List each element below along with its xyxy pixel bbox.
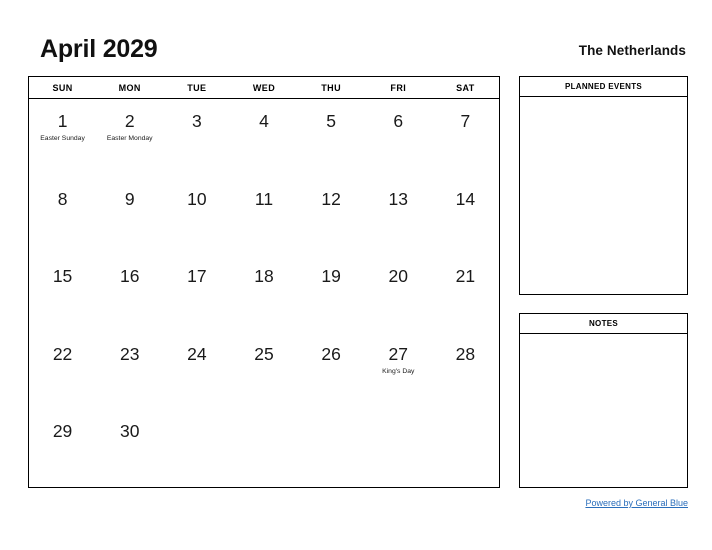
day-number: 17 [187, 266, 207, 287]
day-cell[interactable]: 1 Easter Sunday [29, 99, 96, 177]
day-number: 2 [124, 111, 135, 131]
notes-panel: NOTES [519, 313, 688, 488]
day-number: 6 [393, 111, 404, 131]
day-cell-empty [163, 409, 230, 487]
week-row: 8 9 10 11 12 13 14 [29, 177, 499, 255]
day-number: 24 [187, 343, 207, 364]
day-number: 5 [326, 111, 336, 131]
day-cell[interactable]: 26 [298, 332, 365, 410]
day-cell[interactable]: 14 [432, 177, 499, 255]
notes-panel-body[interactable] [520, 334, 687, 487]
day-number: 23 [119, 343, 140, 364]
day-event: Easter Monday [106, 135, 153, 142]
day-cell[interactable]: 19 [298, 254, 365, 332]
day-cell[interactable]: 7 [432, 99, 499, 177]
region-title: The Netherlands [578, 43, 686, 58]
day-cell[interactable]: 11 [230, 177, 297, 255]
day-cell[interactable]: 12 [298, 177, 365, 255]
day-cell-empty [230, 409, 297, 487]
day-cell[interactable]: 10 [163, 177, 230, 255]
day-number: 21 [455, 266, 476, 287]
calendar-weeks: 1 Easter Sunday 2 Easter Monday 3 4 5 6 [29, 99, 499, 487]
day-number: 27 [388, 343, 408, 364]
day-cell-empty [365, 409, 432, 487]
day-number: 3 [191, 111, 202, 131]
day-number: 11 [254, 188, 274, 209]
day-number: 14 [455, 188, 476, 209]
weekday-header-thu: THU [321, 82, 341, 93]
day-cell[interactable]: 20 [365, 254, 432, 332]
day-cell-empty [432, 409, 499, 487]
day-number: 28 [455, 343, 476, 364]
day-cell[interactable]: 6 [365, 99, 432, 177]
day-cell[interactable]: 27 King's Day [365, 332, 432, 410]
day-number: 7 [460, 111, 471, 131]
day-number: 10 [187, 188, 207, 209]
day-number: 20 [388, 266, 408, 287]
week-row: 15 16 17 18 19 20 21 [29, 254, 499, 332]
planned-events-panel-title: PLANNED EVENTS [520, 77, 687, 97]
day-cell[interactable]: 2 Easter Monday [96, 99, 163, 177]
day-number: 19 [321, 266, 341, 287]
week-row: 22 23 24 25 26 27 King's Day 28 [29, 332, 499, 410]
planned-events-panel: PLANNED EVENTS [519, 76, 688, 295]
day-cell[interactable]: 30 [96, 409, 163, 487]
day-event: King's Day [382, 367, 415, 375]
day-number: 4 [259, 111, 269, 131]
day-cell[interactable]: 25 [230, 332, 297, 410]
day-cell[interactable]: 23 [96, 332, 163, 410]
weekday-header-sun: SUN [52, 82, 73, 93]
day-number: 8 [57, 188, 68, 209]
day-cell[interactable]: 5 [298, 99, 365, 177]
weekday-header-wed: WED [252, 82, 276, 93]
calendar-grid: SUN MON TUE WED THU FRI SAT 1 Easter Sun… [28, 76, 500, 488]
day-number: 12 [321, 188, 341, 209]
day-cell[interactable]: 3 [163, 99, 230, 177]
day-cell[interactable]: 24 [163, 332, 230, 410]
weekday-header-fri: FRI [390, 82, 407, 93]
day-number: 9 [124, 188, 135, 209]
day-cell[interactable]: 29 [29, 409, 96, 487]
powered-by-link[interactable]: Powered by General Blue [585, 497, 688, 509]
day-number: 22 [52, 343, 73, 364]
day-cell[interactable]: 13 [365, 177, 432, 255]
day-number: 25 [254, 343, 274, 364]
page-title: April 2029 [40, 35, 158, 63]
weekday-header-mon: MON [118, 82, 141, 93]
day-cell[interactable]: 21 [432, 254, 499, 332]
day-cell[interactable]: 16 [96, 254, 163, 332]
day-number: 1 [57, 111, 68, 131]
day-cell-empty [298, 409, 365, 487]
day-cell[interactable]: 8 [29, 177, 96, 255]
day-cell[interactable]: 4 [230, 99, 297, 177]
week-row: 29 30 [29, 409, 499, 487]
day-number: 29 [52, 421, 73, 442]
weekday-header-row: SUN MON TUE WED THU FRI SAT [29, 77, 499, 99]
day-number: 15 [52, 266, 73, 287]
day-cell[interactable]: 22 [29, 332, 96, 410]
day-cell[interactable]: 9 [96, 177, 163, 255]
day-cell[interactable]: 17 [163, 254, 230, 332]
weekday-header-sat: SAT [456, 82, 475, 93]
day-number: 13 [388, 188, 408, 209]
day-number: 18 [254, 266, 274, 287]
day-cell[interactable]: 28 [432, 332, 499, 410]
day-cell[interactable]: 18 [230, 254, 297, 332]
weekday-header-tue: TUE [187, 82, 207, 93]
week-row: 1 Easter Sunday 2 Easter Monday 3 4 5 6 [29, 99, 499, 177]
day-number: 30 [119, 421, 140, 442]
day-number: 26 [321, 343, 341, 364]
notes-panel-title: NOTES [520, 314, 687, 334]
day-event: Easter Sunday [40, 135, 85, 142]
day-number: 16 [119, 266, 140, 287]
day-cell[interactable]: 15 [29, 254, 96, 332]
planned-events-panel-body[interactable] [520, 97, 687, 294]
